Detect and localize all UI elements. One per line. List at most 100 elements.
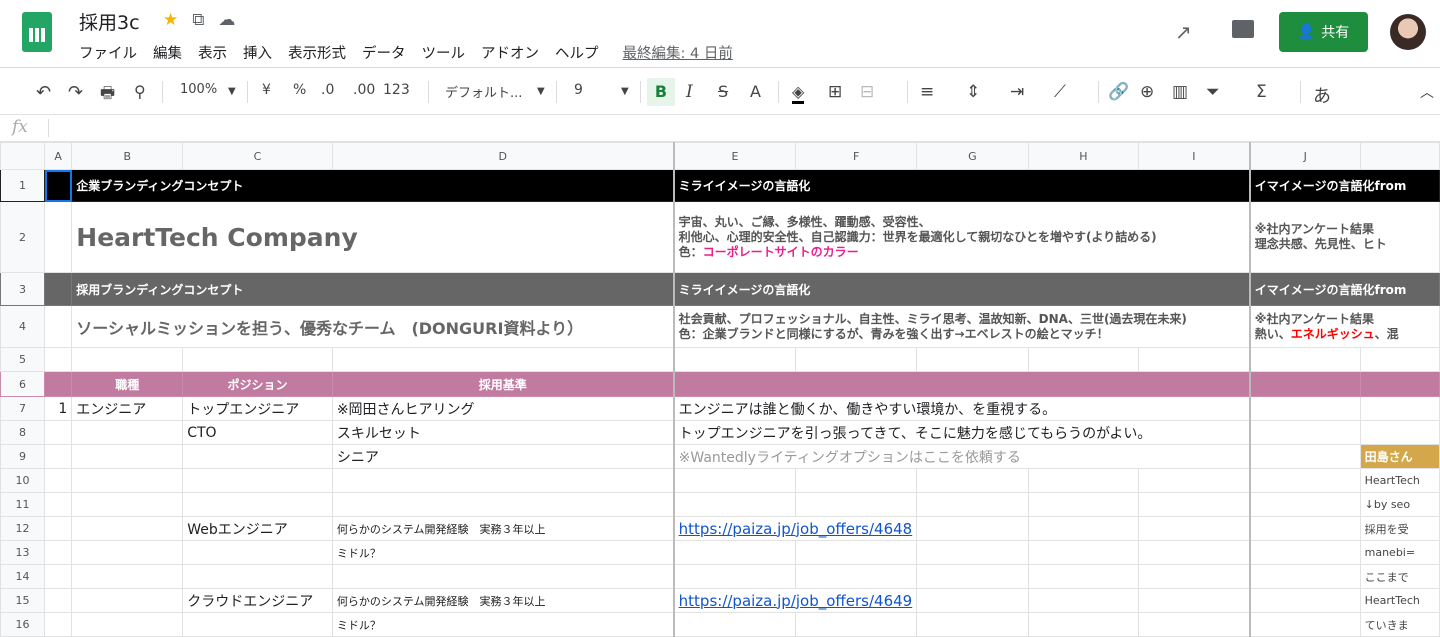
move-folder-icon[interactable]: ⧉ [192,10,204,30]
cell-e9[interactable]: ※Wantedlyライティングオプションはここを依頼する [673,444,1251,469]
text-color-button[interactable]: A [750,82,761,101]
last-edit-link[interactable]: 最終編集: 4 日前 [623,42,733,63]
menu-help[interactable]: ヘルプ [555,42,599,63]
menu-edit[interactable]: 編集 [153,42,182,63]
menu-format[interactable]: 表示形式 [288,42,346,63]
cell-j2[interactable]: ※社内アンケート結果 理念共感、先見性、ヒト [1249,201,1440,273]
cell-d6[interactable]: 採用基準 [331,371,675,397]
row-header[interactable]: 2 [0,201,46,273]
undo-icon[interactable]: ↶ [36,82,51,103]
cell-d16[interactable]: ミドル？ [331,612,675,637]
cell-e3[interactable]: ミライイメージの言語化 [673,272,1251,306]
column-header[interactable]: F [795,142,918,170]
cell-c8[interactable]: CTO [182,420,333,445]
cell-c15[interactable]: クラウドエンジニア [182,588,333,613]
cell-a7[interactable]: 1 [44,396,73,421]
row-header[interactable]: 10 [0,468,46,493]
currency-button[interactable]: ¥ [262,82,271,98]
zoom-select[interactable]: 100% [180,82,217,97]
cell-b2[interactable]: HeartTech Company [71,201,675,273]
collapse-menus-icon[interactable]: ︿ [1420,82,1434,102]
cell-k16[interactable]: ていきま [1359,612,1440,637]
sheets-logo-icon[interactable] [22,12,52,52]
menu-addons[interactable]: アドオン [481,42,539,63]
decrease-decimal-button[interactable]: .0 [321,82,334,98]
bold-button[interactable]: B [647,78,675,106]
column-header[interactable] [1359,142,1440,170]
cell-j3[interactable]: イマイメージの言語化from [1249,272,1440,306]
cell-d8[interactable]: スキルセット [331,420,675,445]
cell-e1[interactable]: ミライイメージの言語化 [673,169,1251,202]
cell-k11[interactable]: ↓by seo [1359,492,1440,517]
cell-d12[interactable]: 何らかのシステム開発経験 実務３年以上 [331,516,675,541]
chevron-down-icon[interactable]: ▼ [228,86,236,97]
cell-e8[interactable]: トップエンジニアを引っ張ってきて、そこに魅力を感じてもらうのがよい。 [673,420,1251,445]
row-header[interactable]: 12 [0,516,46,541]
text-wrap-icon[interactable]: ⇥ [1010,82,1024,102]
cell-j1[interactable]: イマイメージの言語化from [1249,169,1440,202]
cell-d15[interactable]: 何らかのシステム開発経験 実務３年以上 [331,588,675,613]
menu-view[interactable]: 表示 [198,42,227,63]
column-header[interactable]: H [1027,142,1140,170]
row-header[interactable]: 13 [0,540,46,565]
activity-trend-icon[interactable]: ↗ [1175,20,1192,44]
cell-a4[interactable] [44,305,73,348]
column-header[interactable]: J [1249,142,1361,170]
cell-d9[interactable]: シニア [331,444,675,469]
row-header[interactable]: 15 [0,588,46,613]
row-header[interactable]: 3 [0,272,46,306]
paint-format-icon[interactable]: ⚲ [134,82,146,101]
cell-b6[interactable]: 職種 [71,371,184,397]
cell-k15[interactable]: HeartTech [1359,588,1440,613]
avatar[interactable] [1390,14,1426,50]
cell-b7[interactable]: エンジニア [71,396,184,421]
column-header[interactable]: G [916,142,1029,170]
cell-k14[interactable]: ここまで [1359,564,1440,589]
input-tools-button[interactable]: あ [1313,82,1331,108]
formula-input[interactable] [56,119,1426,139]
vertical-align-icon[interactable]: ⇕ [966,82,980,102]
filter-icon[interactable]: ⏷ [1206,82,1220,102]
cell-j4[interactable]: ※社内アンケート結果 熱い、エネルギッシュ、混 [1249,305,1440,348]
row-header[interactable]: 1 [0,169,46,202]
chevron-down-icon[interactable]: ▼ [621,86,629,97]
cell-k13[interactable]: manebi= [1359,540,1440,565]
menu-data[interactable]: データ [362,42,406,63]
cell-k9[interactable]: 田島さん [1359,444,1440,469]
row-header[interactable]: 8 [0,420,46,445]
cell-k10[interactable]: HeartTech [1359,468,1440,493]
star-icon[interactable]: ★ [163,10,178,30]
cell-a2[interactable] [44,201,73,273]
strikethrough-button[interactable]: S [718,82,728,101]
row-header[interactable]: 4 [0,305,46,348]
column-header[interactable]: B [71,142,184,170]
column-header[interactable]: I [1138,142,1251,170]
redo-icon[interactable]: ↷ [68,82,83,103]
number-format-select[interactable]: 123 [383,82,410,98]
select-all[interactable] [0,142,46,170]
document-title[interactable]: 採用3c [79,8,140,35]
row-header[interactable]: 6 [0,371,46,397]
column-header[interactable]: D [331,142,675,170]
cell-e12-link[interactable]: https://paiza.jp/job_offers/4648 [673,516,918,541]
percent-button[interactable]: % [293,82,306,98]
cell-b4[interactable]: ソーシャルミッションを担う、優秀なチーム (DONGURI資料より） [71,305,675,348]
cell-b1[interactable]: 企業ブランディングコンセプト [71,169,675,202]
insert-comment-icon[interactable]: ⊕ [1140,82,1154,102]
cell-e4[interactable]: 社会貢献、プロフェッショナル、自主性、ミライ思考、温故知新、DNA、三世(過去現… [673,305,1251,348]
row-header[interactable]: 11 [0,492,46,517]
italic-button[interactable]: I [686,82,693,102]
cell-e7[interactable]: エンジニアは誰と働くか、働きやすい環境か、を重視する。 [673,396,1251,421]
cell-a1[interactable] [44,169,73,202]
link-icon[interactable]: 🔗 [1108,82,1129,102]
row-header[interactable]: 9 [0,444,46,469]
cell-d13[interactable]: ミドル？ [331,540,675,565]
row-header[interactable]: 16 [0,612,46,637]
font-select[interactable]: デフォルト... [445,82,522,101]
cell-k12[interactable]: 採用を受 [1359,516,1440,541]
row-header[interactable]: 5 [0,347,46,372]
font-size-select[interactable]: 9 [574,82,583,98]
row-header[interactable]: 14 [0,564,46,589]
text-rotate-icon[interactable]: ⟋ [1054,82,1066,102]
row-header[interactable]: 7 [0,396,46,421]
